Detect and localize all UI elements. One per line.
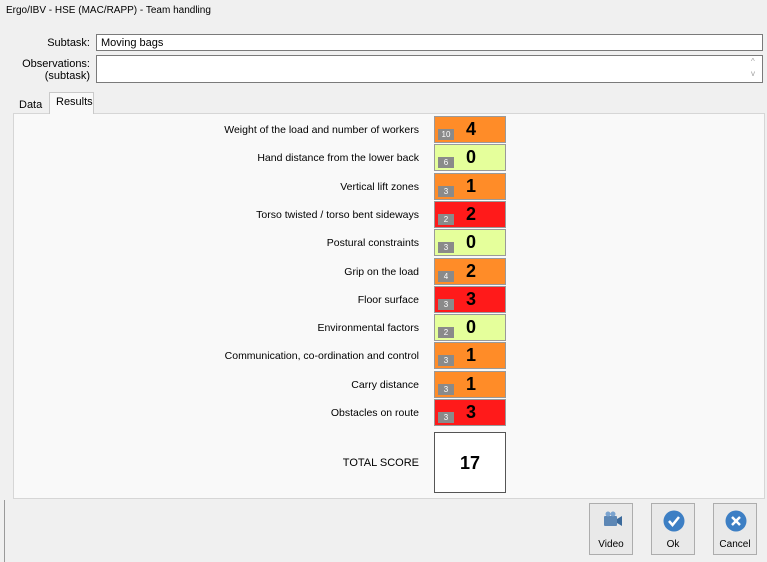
result-score-box: 31 xyxy=(434,172,506,200)
checkmark-icon xyxy=(663,510,685,532)
result-score-box: 60 xyxy=(434,144,506,172)
observations-label: Observations: (subtask) xyxy=(10,58,90,82)
result-score-value: 3 xyxy=(465,288,476,309)
result-label: Obstacles on route xyxy=(330,407,419,419)
result-label: Environmental factors xyxy=(317,322,419,335)
total-score-box: 17 xyxy=(434,432,506,493)
subtask-label: Subtask: xyxy=(47,37,90,49)
result-score-box: 42 xyxy=(434,257,506,285)
result-score-box: 33 xyxy=(434,399,506,426)
observations-label-line2: (subtask) xyxy=(44,70,90,82)
result-score-box: 31 xyxy=(434,370,506,398)
result-score-box: 10 4 xyxy=(434,116,506,143)
result-score-value: 0 xyxy=(465,232,476,253)
video-button[interactable]: Video xyxy=(589,503,633,555)
result-score-value: 1 xyxy=(465,175,476,196)
window-border xyxy=(4,500,5,562)
result-score-value: 1 xyxy=(465,373,476,394)
ok-button-label: Ok xyxy=(666,539,680,550)
result-label: Grip on the load xyxy=(344,265,419,278)
observations-textarea[interactable] xyxy=(96,55,763,83)
result-label: Vertical lift zones xyxy=(340,180,419,193)
result-label: Floor surface xyxy=(357,293,419,306)
result-label: Torso twisted / torso bent sideways xyxy=(256,208,419,221)
cancel-button-label: Cancel xyxy=(719,539,751,550)
ok-button[interactable]: Ok xyxy=(651,503,695,555)
video-button-label: Video xyxy=(598,539,624,550)
total-score-label: TOTAL SCORE xyxy=(342,457,419,469)
result-label: Communication, co-ordination and control xyxy=(224,350,419,363)
tab-data[interactable]: Data xyxy=(13,95,47,113)
scroll-down-icon[interactable]: v xyxy=(751,69,755,78)
result-score-value: 4 xyxy=(465,119,476,139)
subtask-input[interactable]: Moving bags xyxy=(96,34,763,51)
total-score-value: 17 xyxy=(459,453,481,473)
video-camera-icon xyxy=(604,511,622,526)
result-score-value: 1 xyxy=(465,345,476,366)
result-score-box: 31 xyxy=(434,342,506,370)
result-score-value: 2 xyxy=(465,203,476,224)
result-score-value: 0 xyxy=(465,147,476,168)
result-score-box: 30 xyxy=(434,229,506,257)
tab-results[interactable]: Results xyxy=(49,92,94,114)
cancel-button[interactable]: Cancel xyxy=(713,503,757,555)
result-label: Hand distance from the lower back xyxy=(257,152,419,165)
result-score-box: 20 xyxy=(434,314,506,342)
result-score-value: 3 xyxy=(465,402,476,422)
result-label: Postural constraints xyxy=(326,237,419,250)
result-score-value: 2 xyxy=(465,260,476,281)
close-icon xyxy=(725,510,747,532)
results-panel: Weight of the load and number of workers… xyxy=(13,113,765,499)
result-score-box: 33 xyxy=(434,285,506,313)
result-label: Carry distance xyxy=(351,378,419,391)
observations-label-line1: Observations: xyxy=(22,58,90,70)
scroll-up-icon[interactable]: ^ xyxy=(751,57,755,66)
result-label: Weight of the load and number of workers xyxy=(224,124,419,136)
observations-scrollbar[interactable]: ^ v xyxy=(749,56,762,82)
result-score-box: 22 xyxy=(434,200,506,228)
result-score-value: 0 xyxy=(465,317,476,338)
window-title: Ergo/IBV - HSE (MAC/RAPP) - Team handlin… xyxy=(6,5,211,16)
